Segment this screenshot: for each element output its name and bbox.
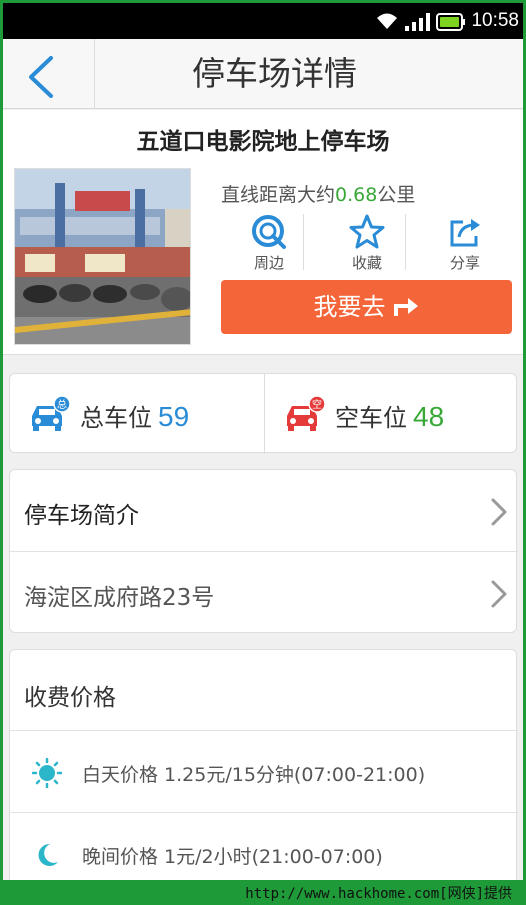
clock: 10:58 — [471, 10, 519, 31]
lot-info-card: 五道口电影院地上停车场 直线距离大约0.68公里 周边 收藏 分享 我要去 — [3, 110, 523, 355]
total-badge: 总 — [57, 398, 67, 411]
distance-unit: 公里 — [377, 184, 416, 206]
turn-right-arrow-icon — [393, 298, 418, 316]
lot-intro-label: 停车场简介 — [24, 503, 139, 529]
favorite-label: 收藏 — [351, 254, 382, 272]
phone-screen: 10:58 停车场详情 五道口电影院地上停车场 直线距离大约0.68公里 周边 … — [3, 3, 523, 880]
action-divider — [303, 214, 304, 270]
back-button[interactable] — [3, 39, 95, 109]
go-button-label: 我要去 — [313, 293, 386, 321]
total-spaces-label: 总车位 — [80, 404, 152, 432]
free-spaces: 空 空车位 48 — [265, 374, 519, 454]
star-icon — [349, 214, 385, 249]
battery-icon — [436, 13, 465, 31]
go-button[interactable]: 我要去 — [221, 280, 512, 334]
action-bar: 周边 收藏 分享 — [221, 210, 513, 272]
signal-icon — [405, 13, 430, 31]
parking-spaces-card: 总 总车位 59 空 空车位 48 — [9, 373, 519, 454]
chevron-left-icon — [29, 56, 53, 98]
sun-icon — [32, 758, 62, 788]
chevron-right-icon — [491, 498, 507, 526]
favorite-button[interactable]: 收藏 — [319, 210, 415, 272]
distance-prefix: 直线距离大约 — [221, 184, 336, 206]
day-price-text: 白天价格 1.25元/15分钟(07:00-21:00) — [82, 764, 426, 786]
nearby-icon — [252, 215, 286, 249]
total-spaces: 总 总车位 59 — [10, 374, 264, 454]
chevron-right-icon — [491, 580, 507, 608]
car-free-icon: 空 — [287, 396, 326, 431]
lot-photo — [14, 168, 191, 345]
share-label: 分享 — [449, 254, 480, 272]
address-row[interactable]: 海淀区成府路23号 — [10, 552, 518, 634]
day-price-row: 白天价格 1.25元/15分钟(07:00-21:00) — [10, 730, 518, 812]
night-price-row: 晚间价格 1元/2小时(21:00-07:00) — [10, 812, 518, 880]
lot-intro-row[interactable]: 停车场简介 — [10, 470, 518, 552]
lot-details-list: 停车场简介 海淀区成府路23号 — [9, 469, 518, 634]
fee-card: 收费价格 白天价格 1.25元/15分钟(07:00-21:00) 晚间价格 1… — [9, 649, 518, 880]
address-label: 海淀区成府路23号 — [24, 585, 215, 611]
total-spaces-value: 59 — [158, 401, 190, 432]
footer-credit: http://www.hackhome.com[网侠]提供 — [245, 886, 512, 902]
status-bar: 10:58 — [3, 3, 523, 39]
share-button[interactable]: 分享 — [417, 210, 513, 272]
distance-text: 直线距离大约0.68公里 — [221, 180, 415, 207]
car-total-icon: 总 — [32, 396, 71, 431]
free-spaces-value: 48 — [413, 401, 445, 432]
fee-title: 收费价格 — [24, 685, 116, 711]
action-divider — [405, 214, 406, 270]
free-badge: 空 — [312, 398, 322, 411]
watermark-footer: http://www.hackhome.com[网侠]提供 — [0, 880, 526, 905]
wifi-icon — [377, 13, 397, 29]
page-title: 停车场详情 — [192, 54, 357, 93]
distance-value: 0.68 — [335, 184, 378, 206]
free-spaces-label: 空车位 — [335, 404, 407, 432]
night-price-text: 晚间价格 1元/2小时(21:00-07:00) — [82, 846, 383, 868]
share-icon — [450, 219, 480, 247]
lot-name: 五道口电影院地上停车场 — [136, 129, 390, 155]
app-header: 停车场详情 — [3, 39, 523, 109]
moon-icon — [38, 843, 58, 866]
